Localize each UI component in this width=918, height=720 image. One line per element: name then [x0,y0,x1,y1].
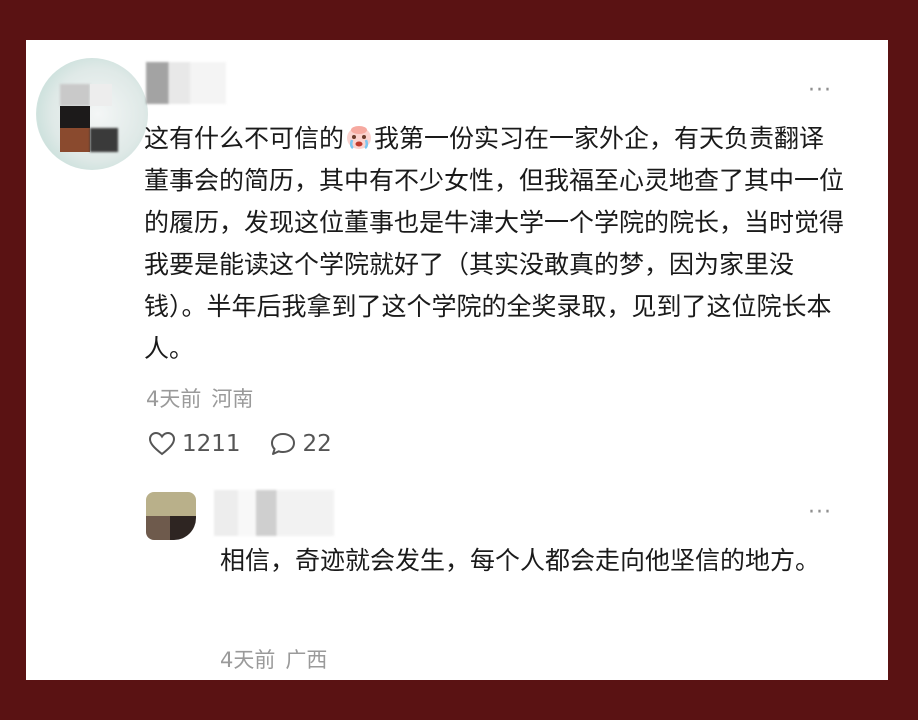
heart-outline-icon [148,431,176,456]
comment-text-part: 这有什么不可信的 [144,124,345,153]
reply-body: 相信，奇迹就会发生，每个人都会走向他坚信的地方。 [220,546,821,575]
avatar-blur-block [90,128,118,152]
reply-button[interactable]: 22 [269,431,332,457]
comment-card: ··· 这有什么不可信的 我第一份实习在一家外企，有天负责翻译董事会的简历，其中… [26,40,888,680]
reply-count: 22 [302,431,332,457]
avatar-blur-block [170,516,196,540]
comment-time: 4天前 [146,387,202,411]
username-blurred[interactable] [146,62,226,104]
reply-avatar[interactable] [146,492,196,540]
avatar-blur-block [60,106,90,128]
more-dots-icon[interactable]: ··· [808,502,832,524]
avatar-blur-block [146,492,196,516]
reply-location: 广西 [285,648,328,672]
speech-bubble-icon [270,433,295,455]
avatar-blur-block [60,84,90,106]
avatar[interactable] [36,58,148,170]
avatar-blur-block [60,128,90,152]
more-dots-icon[interactable]: ··· [808,80,832,102]
comment-text-part: 我第一份实习在一家外企，有天负责翻译董事会的简历，其中有不少女性，但我福至心灵地… [144,124,845,363]
reply-time: 4天前 [220,648,276,672]
avatar-blur-block [146,516,170,540]
comment-meta: 4天前 河南 [146,383,253,413]
avatar-blur-block [90,84,112,106]
like-button[interactable]: 1211 [148,431,241,457]
comment-body: 这有什么不可信的 我第一份实习在一家外企，有天负责翻译董事会的简历，其中有不少女… [144,118,844,370]
reply-meta: 4天前 广西 [220,644,327,674]
comment-location: 河南 [211,387,254,411]
crying-face-emoji [347,126,372,150]
comment-actions: 1211 22 [148,427,332,461]
reply-username-blurred[interactable] [214,490,334,536]
like-count: 1211 [182,431,241,457]
